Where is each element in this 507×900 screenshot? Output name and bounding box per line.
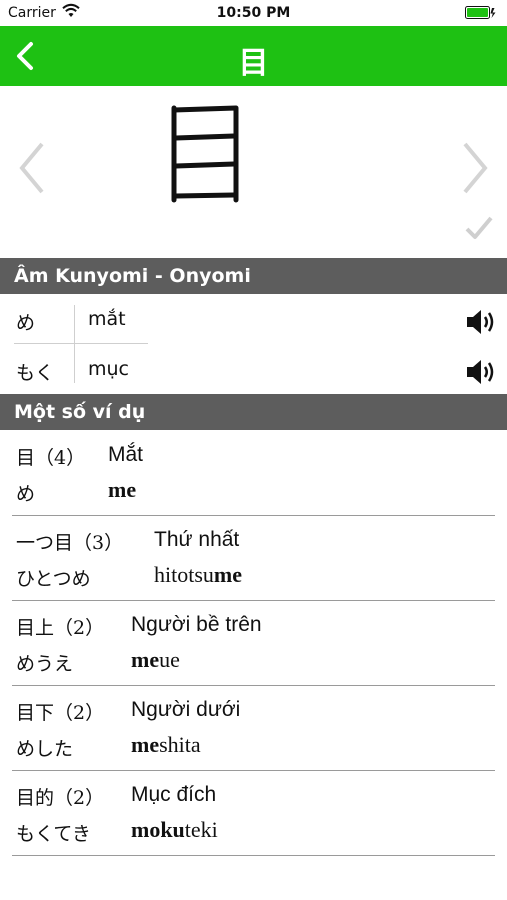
example-kanji: 一つ目（3） bbox=[16, 532, 124, 554]
example-kanji: 目的（2） bbox=[16, 787, 105, 809]
example-kana: め bbox=[16, 483, 36, 505]
status-bar: Carrier 10:50 PM bbox=[0, 0, 507, 26]
list-item[interactable]: 目下（2） Người dưới めした meshita bbox=[0, 686, 507, 771]
example-meaning: Người bề trên bbox=[131, 613, 262, 636]
example-meaning: Mắt bbox=[108, 443, 144, 466]
list-item[interactable]: 目（4） Mắt め me bbox=[0, 431, 507, 516]
example-romaji: hitotsume bbox=[154, 562, 242, 587]
battery-icon bbox=[465, 6, 496, 19]
reading-row: め mắt bbox=[0, 296, 507, 346]
table-divider bbox=[14, 343, 148, 344]
example-kana: ひとつめ bbox=[16, 568, 91, 590]
table-divider bbox=[74, 305, 75, 383]
list-item[interactable]: 一つ目（3） Thứ nhất ひとつめ hitotsume bbox=[0, 516, 507, 601]
example-kana: もくてき bbox=[16, 823, 91, 845]
example-romaji: me bbox=[108, 477, 137, 502]
list-item[interactable]: 目的（2） Mục đích もくてき mokuteki bbox=[0, 771, 507, 856]
next-kanji-button[interactable] bbox=[457, 140, 493, 196]
status-time: 10:50 PM bbox=[216, 5, 291, 21]
reading-kana: もく bbox=[16, 362, 55, 384]
example-romaji: meue bbox=[131, 647, 180, 672]
nav-bar: 目 bbox=[0, 26, 507, 86]
checkmark-icon[interactable] bbox=[463, 214, 495, 242]
reading-meaning: mắt bbox=[88, 308, 126, 330]
example-romaji: mokuteki bbox=[131, 817, 218, 842]
reading-row: もく mục bbox=[0, 346, 507, 396]
speaker-icon[interactable] bbox=[465, 357, 499, 387]
example-meaning: Người dưới bbox=[131, 698, 241, 721]
kanji-drawing-area bbox=[0, 86, 507, 258]
page-title: 目 bbox=[238, 46, 269, 81]
example-meaning: Thứ nhất bbox=[154, 528, 240, 551]
example-kanji: 目下（2） bbox=[16, 702, 105, 724]
examples-section-header: Một số ví dụ bbox=[0, 394, 507, 430]
speaker-icon[interactable] bbox=[465, 307, 499, 337]
example-kanji: 目上（2） bbox=[16, 617, 105, 639]
reading-kana: め bbox=[16, 312, 36, 334]
example-meaning: Mục đích bbox=[131, 783, 217, 806]
divider bbox=[12, 855, 495, 856]
example-romaji: meshita bbox=[131, 732, 201, 757]
example-kana: めうえ bbox=[16, 653, 74, 675]
list-item[interactable]: 目上（2） Người bề trên めうえ meue bbox=[0, 601, 507, 686]
previous-kanji-button[interactable] bbox=[14, 140, 50, 196]
readings-section-header: Âm Kunyomi - Onyomi bbox=[0, 258, 507, 294]
example-kana: めした bbox=[16, 738, 74, 760]
example-kanji: 目（4） bbox=[16, 447, 86, 469]
reading-meaning: mục bbox=[88, 358, 129, 380]
kanji-stroke-drawing bbox=[171, 105, 239, 203]
